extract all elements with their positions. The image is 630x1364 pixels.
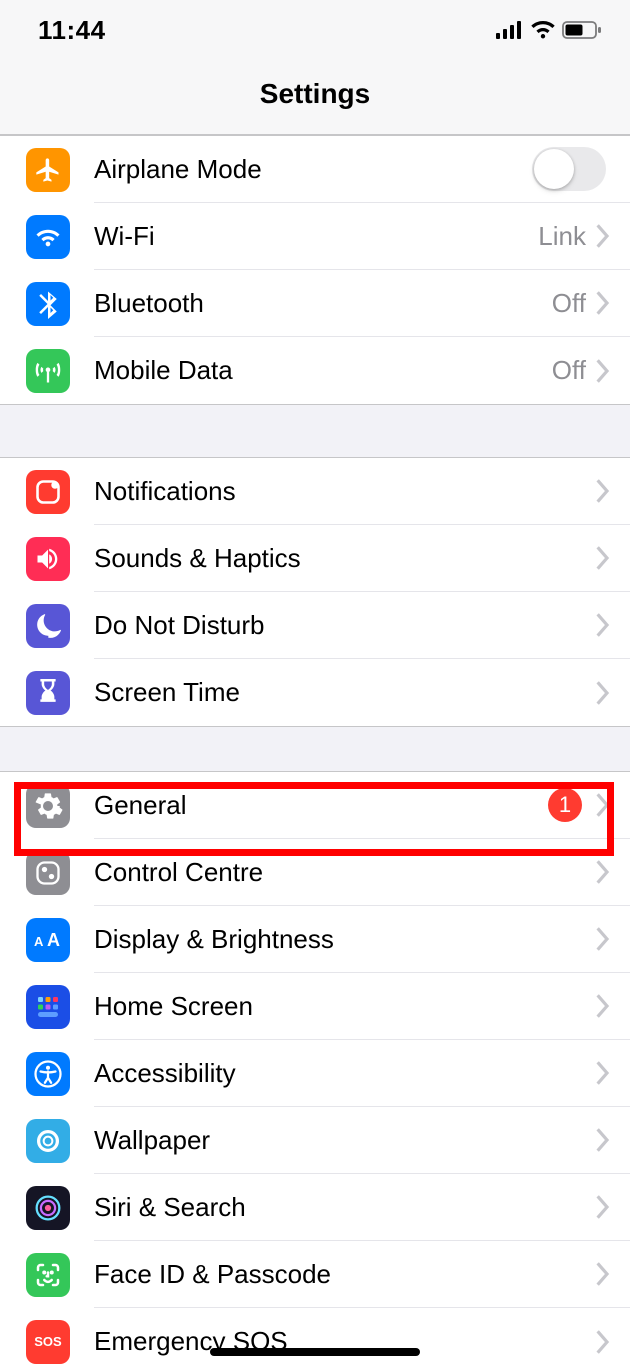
hourglass-icon: [26, 671, 70, 715]
face-id-icon: [26, 1253, 70, 1297]
row-value: Off: [552, 355, 586, 386]
row-value: Link: [538, 221, 586, 252]
row-label: General: [94, 790, 548, 821]
chevron-right-icon: [596, 1262, 610, 1286]
svg-text:A: A: [47, 930, 60, 950]
home-indicator[interactable]: [210, 1348, 420, 1356]
row-wifi[interactable]: Wi-Fi Link: [0, 203, 630, 270]
row-label: Accessibility: [94, 1058, 596, 1089]
row-label: Wi-Fi: [94, 221, 538, 252]
control-centre-icon: [26, 851, 70, 895]
accessibility-icon: [26, 1052, 70, 1096]
mobile-data-icon: [26, 349, 70, 393]
row-label: Do Not Disturb: [94, 610, 596, 641]
row-accessibility[interactable]: Accessibility: [0, 1040, 630, 1107]
battery-icon: [562, 21, 602, 39]
svg-text:SOS: SOS: [34, 1334, 62, 1349]
chevron-right-icon: [596, 1128, 610, 1152]
row-mobile-data[interactable]: Mobile Data Off: [0, 337, 630, 404]
section-connectivity: Airplane Mode Wi-Fi Link Bluetooth Off M…: [0, 135, 630, 405]
chevron-right-icon: [596, 613, 610, 637]
row-do-not-disturb[interactable]: Do Not Disturb: [0, 592, 630, 659]
row-wallpaper[interactable]: Wallpaper: [0, 1107, 630, 1174]
display-icon: AA: [26, 918, 70, 962]
row-label: Notifications: [94, 476, 596, 507]
status-indicators: [496, 20, 602, 40]
row-general[interactable]: General 1: [0, 772, 630, 839]
row-value: Off: [552, 288, 586, 319]
row-notifications[interactable]: Notifications: [0, 458, 630, 525]
row-label: Mobile Data: [94, 355, 552, 386]
section-notifications: Notifications Sounds & Haptics Do Not Di…: [0, 457, 630, 727]
notifications-icon: [26, 470, 70, 514]
row-label: Siri & Search: [94, 1192, 596, 1223]
chevron-right-icon: [596, 1195, 610, 1219]
chevron-right-icon: [596, 860, 610, 884]
moon-icon: [26, 604, 70, 648]
row-face-id[interactable]: Face ID & Passcode: [0, 1241, 630, 1308]
row-label: Control Centre: [94, 857, 596, 888]
row-label: Home Screen: [94, 991, 596, 1022]
row-airplane-mode[interactable]: Airplane Mode: [0, 136, 630, 203]
chevron-right-icon: [596, 927, 610, 951]
airplane-toggle[interactable]: [532, 147, 606, 191]
chevron-right-icon: [596, 224, 610, 248]
row-display-brightness[interactable]: AA Display & Brightness: [0, 906, 630, 973]
status-bar: 11:44: [0, 0, 630, 60]
row-label: Sounds & Haptics: [94, 543, 596, 574]
chevron-right-icon: [596, 1330, 610, 1354]
wifi-icon: [530, 20, 556, 40]
page-header: Settings: [0, 60, 630, 135]
cellular-icon: [496, 21, 524, 39]
row-control-centre[interactable]: Control Centre: [0, 839, 630, 906]
row-bluetooth[interactable]: Bluetooth Off: [0, 270, 630, 337]
row-label: Screen Time: [94, 677, 596, 708]
row-label: Display & Brightness: [94, 924, 596, 955]
chevron-right-icon: [596, 681, 610, 705]
row-label: Wallpaper: [94, 1125, 596, 1156]
row-screen-time[interactable]: Screen Time: [0, 659, 630, 726]
section-general: General 1 Control Centre AA Display & Br…: [0, 771, 630, 1364]
svg-text:A: A: [34, 934, 44, 949]
notification-badge: 1: [548, 788, 582, 822]
row-sounds[interactable]: Sounds & Haptics: [0, 525, 630, 592]
chevron-right-icon: [596, 793, 610, 817]
chevron-right-icon: [596, 546, 610, 570]
sos-icon: SOS: [26, 1320, 70, 1364]
row-label: Face ID & Passcode: [94, 1259, 596, 1290]
sounds-icon: [26, 537, 70, 581]
wifi-settings-icon: [26, 215, 70, 259]
wallpaper-icon: [26, 1119, 70, 1163]
airplane-icon: [26, 148, 70, 192]
home-screen-icon: [26, 985, 70, 1029]
row-home-screen[interactable]: Home Screen: [0, 973, 630, 1040]
status-time: 11:44: [38, 15, 106, 46]
chevron-right-icon: [596, 291, 610, 315]
siri-icon: [26, 1186, 70, 1230]
chevron-right-icon: [596, 1061, 610, 1085]
chevron-right-icon: [596, 479, 610, 503]
bluetooth-icon: [26, 282, 70, 326]
chevron-right-icon: [596, 359, 610, 383]
page-title: Settings: [0, 78, 630, 110]
chevron-right-icon: [596, 994, 610, 1018]
row-label: Airplane Mode: [94, 154, 532, 185]
gear-icon: [26, 784, 70, 828]
row-siri-search[interactable]: Siri & Search: [0, 1174, 630, 1241]
row-label: Bluetooth: [94, 288, 552, 319]
